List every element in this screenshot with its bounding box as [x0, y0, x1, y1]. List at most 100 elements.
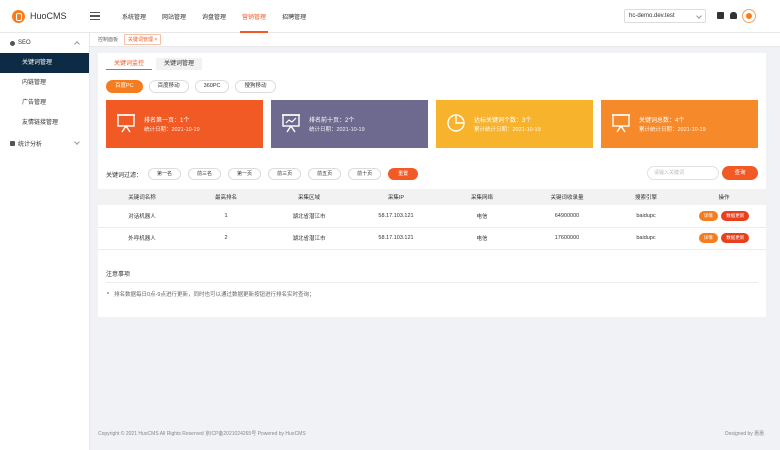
cell-keyword: 对话机器人 [98, 205, 186, 228]
col-indexed-count: 关键词收录量 [524, 189, 610, 205]
stat-card-top-ten-pages: 排名前十页：2个 统计日期：2021-10-19 [271, 100, 428, 148]
tab-keyword-manage[interactable]: 关键词管理 [156, 58, 203, 70]
filter-reset-button[interactable]: 重置 [388, 168, 419, 180]
sidebar-group-seo-label: SEO [18, 40, 31, 46]
sidebar-item-friend-links[interactable]: 友情链接管理 [0, 113, 89, 133]
notes-section: 注意事项 排名数据每日0点-9点进行更新，同时也可以通过数据更新按钮进行排名实时… [106, 267, 758, 298]
cell-region: 湖北省潜江市 [266, 227, 352, 250]
notes-item: 排名数据每日0点-9点进行更新，同时也可以通过数据更新按钮进行排名实时查询； [106, 290, 758, 298]
cell-best-rank: 1 [186, 205, 266, 228]
app-name: HuoCMS [30, 11, 67, 21]
cell-actions: 详情 数据更新 [682, 205, 766, 228]
sidebar-item-keywords[interactable]: 关键词管理 [0, 53, 89, 73]
stat-card-first-page: 排名第一页：1个 统计日期：2021-10-19 [106, 100, 263, 148]
chevron-up-icon [74, 41, 80, 47]
subtabs: 关键词监控 关键词管理 [106, 58, 206, 70]
stat-card-qualified-keywords: 达标关键词个数：3个 累计统计日期：2021-10-19 [436, 100, 593, 148]
presentation-board-icon [117, 114, 135, 133]
stats-icon [10, 140, 15, 146]
pie-chart-icon [447, 114, 465, 132]
stat-card-title: 排名前十页：2个 [309, 118, 355, 124]
col-search-engine: 搜索引擎 [610, 189, 682, 205]
stat-card-date: 统计日期：2021-10-19 [309, 127, 365, 133]
cell-indexed-count: 64900000 [524, 205, 610, 228]
sidebar-group-seo[interactable]: SEO [0, 33, 89, 53]
update-data-button[interactable]: 数据更新 [721, 210, 750, 221]
topnav-inquiry[interactable]: 询盘管理 [194, 0, 234, 33]
table-row: 外呼机器人 2 湖北省潜江市 58.17.103.121 电信 17600000… [98, 227, 766, 250]
col-region: 采集区域 [266, 189, 352, 205]
bell-icon[interactable] [730, 12, 737, 19]
menu-toggle-icon[interactable] [90, 12, 100, 20]
topnav-system[interactable]: 系统管理 [114, 0, 154, 33]
message-icon[interactable] [717, 12, 724, 19]
filter-top-ten-pages[interactable]: 前十页 [348, 168, 382, 180]
cell-ip: 58.17.103.121 [352, 227, 440, 250]
top-header: HuoCMS 系统管理 网站管理 询盘管理 营销管理 招聘管理 hc-demo.… [0, 0, 780, 33]
topnav-website[interactable]: 网站管理 [154, 0, 194, 33]
logo[interactable]: HuoCMS [0, 9, 88, 23]
site-select[interactable]: hc-demo.dev.test [624, 9, 706, 23]
stat-card-total-keywords: 关键词总数：4个 累计统计日期：2021-10-19 [601, 100, 758, 148]
tab-keyword-monitor[interactable]: 关键词监控 [106, 58, 153, 70]
footer-copyright: Copyright © 2021 HuoCMS All Rights Reser… [98, 431, 306, 437]
presentation-board-icon [612, 114, 630, 133]
filter-top-three[interactable]: 前三名 [188, 168, 222, 180]
stat-card-date: 累计统计日期：2021-10-19 [474, 127, 541, 133]
cell-best-rank: 2 [186, 227, 266, 250]
breadcrumb: 控制面板 关键词管理 × [90, 33, 780, 47]
topnav-marketing[interactable]: 营销管理 [234, 0, 274, 33]
keyword-filter: 关键词过滤： 第一名 前三名 第一页 前三页 前五页 前十页 重置 [106, 168, 425, 180]
stat-card-date: 统计日期：2021-10-19 [144, 127, 200, 133]
cell-keyword: 外呼机器人 [98, 227, 186, 250]
engine-360-pc[interactable]: 360PC [194, 80, 230, 93]
main-panel: 关键词监控 关键词管理 百度PC 百度移动 360PC 搜狗移动 排名第一页：1… [98, 53, 766, 317]
filter-first-page[interactable]: 第一页 [228, 168, 262, 180]
cell-network: 电信 [440, 227, 524, 250]
col-actions: 操作 [682, 189, 766, 205]
sidebar-group-stats-label: 统计分析 [18, 141, 43, 148]
seo-icon [10, 40, 15, 46]
chevron-down-icon [74, 139, 80, 145]
engine-baidu-pc[interactable]: 百度PC [106, 80, 143, 93]
filter-top-five-pages[interactable]: 前五页 [308, 168, 342, 180]
col-best-rank: 最高排名 [186, 189, 266, 205]
filter-top-three-pages[interactable]: 前三页 [268, 168, 302, 180]
stat-card-title: 关键词总数：4个 [639, 118, 685, 124]
cell-region: 湖北省潜江市 [266, 205, 352, 228]
cell-actions: 详情 数据更新 [682, 227, 766, 250]
cell-search-engine: baidupc [610, 205, 682, 228]
search-button[interactable]: 查询 [722, 166, 758, 180]
engine-baidu-mobile[interactable]: 百度移动 [148, 80, 189, 93]
notes-title: 注意事项 [106, 267, 758, 283]
breadcrumb-home[interactable]: 控制面板 [98, 36, 118, 43]
filter-first[interactable]: 第一名 [148, 168, 182, 180]
sidebar: SEO 关键词管理 内链管理 广告管理 友情链接管理 统计分析 [0, 33, 90, 450]
site-select-value: hc-demo.dev.test [629, 13, 675, 19]
sidebar-group-stats[interactable]: 统计分析 [0, 133, 89, 153]
stat-card-title: 排名第一页：1个 [144, 118, 190, 124]
sidebar-item-ads[interactable]: 广告管理 [0, 93, 89, 113]
breadcrumb-current-tab[interactable]: 关键词管理 × [124, 34, 162, 45]
avatar[interactable] [742, 9, 756, 23]
huocms-logo-icon [12, 9, 25, 23]
engine-sogou-mobile[interactable]: 搜狗移动 [235, 80, 276, 93]
col-ip: 采集IP [352, 189, 440, 205]
table-header-row: 关键词名称 最高排名 采集区域 采集IP 采集网络 关键词收录量 搜索引擎 操作 [98, 189, 766, 205]
cell-ip: 58.17.103.121 [352, 205, 440, 228]
col-network: 采集网络 [440, 189, 524, 205]
cell-search-engine: baidupc [610, 227, 682, 250]
stat-card-title: 达标关键词个数：3个 [474, 118, 532, 124]
topnav-recruit[interactable]: 招聘管理 [274, 0, 314, 33]
top-nav: 系统管理 网站管理 询盘管理 营销管理 招聘管理 [114, 0, 314, 33]
stat-card-date: 累计统计日期：2021-10-19 [639, 127, 706, 133]
filter-label: 关键词过滤： [106, 172, 143, 179]
footer-designer: Designed by 惠惠 [725, 431, 765, 437]
search-engine-tabs: 百度PC 百度移动 360PC 搜狗移动 [106, 80, 282, 93]
detail-button[interactable]: 详情 [698, 210, 718, 221]
update-data-button[interactable]: 数据更新 [721, 233, 750, 243]
sidebar-item-internal-links[interactable]: 内链管理 [0, 73, 89, 93]
cell-indexed-count: 17600000 [524, 227, 610, 250]
detail-button[interactable]: 详情 [698, 233, 718, 243]
keyword-search-input[interactable] [647, 166, 719, 180]
